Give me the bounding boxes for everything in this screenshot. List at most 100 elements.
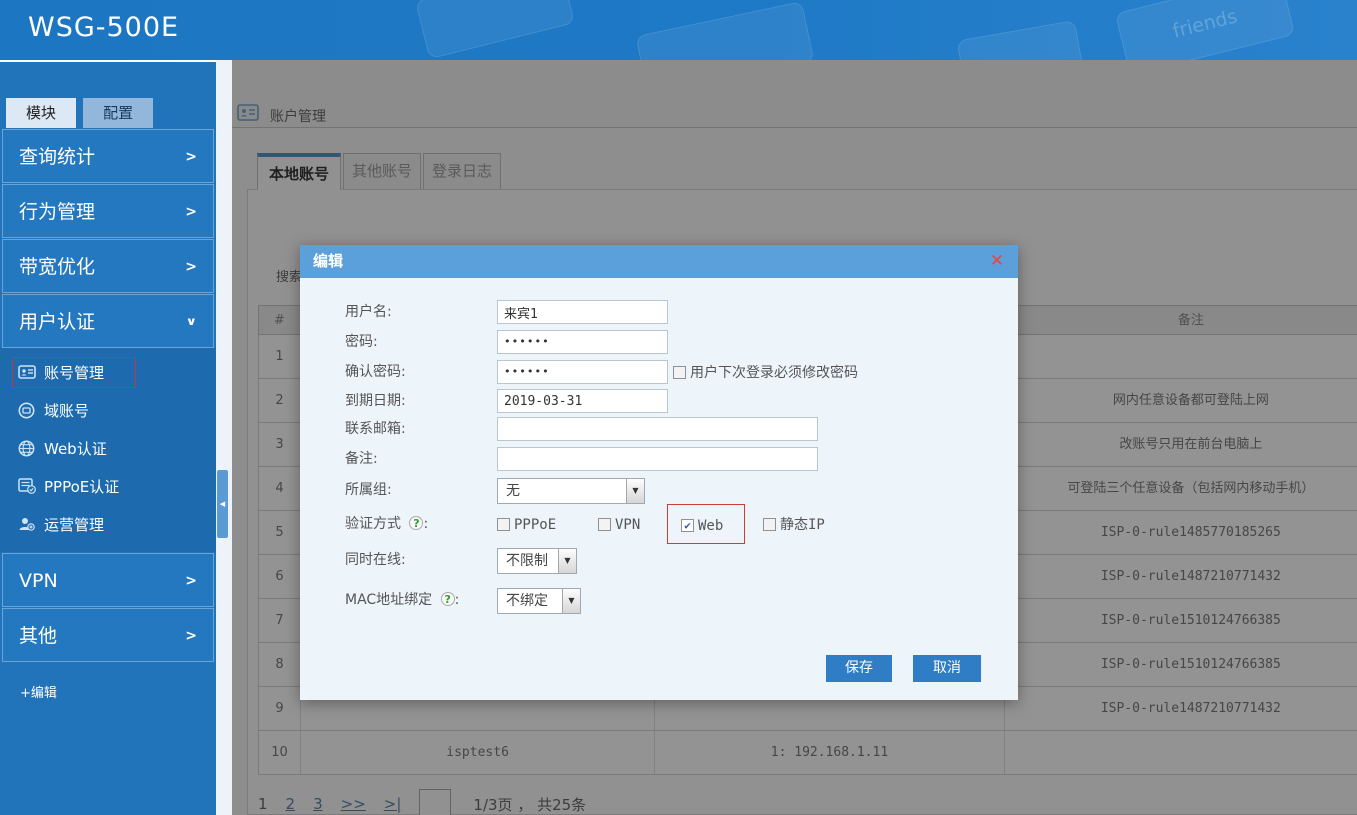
- edit-menu-link[interactable]: +编辑: [20, 682, 216, 701]
- dropdown-arrow-icon[interactable]: ▼: [562, 589, 580, 613]
- sidebar-item-label: 行为管理: [19, 201, 95, 223]
- chevron-right-icon: >: [185, 185, 197, 239]
- sidebar-item-operation-mgmt[interactable]: 运营管理: [0, 506, 216, 544]
- dialog-title: 编辑: [313, 245, 343, 278]
- mac-binding-label-text: MAC地址绑定: [345, 592, 432, 608]
- sidebar-item-label: 查询统计: [19, 146, 95, 168]
- vpn-label: VPN: [615, 517, 640, 533]
- password-field[interactable]: [497, 330, 668, 354]
- dialog-body: 用户名: 密码: 确认密码: 用户下次登录必须修改密码 到期日期: 联系邮箱: …: [300, 278, 1018, 700]
- static-ip-label: 静态IP: [780, 517, 825, 533]
- help-icon[interactable]: ?: [409, 516, 423, 530]
- remark-label: 备注:: [345, 447, 495, 471]
- mac-binding-label: MAC地址绑定 ?:: [345, 588, 495, 612]
- sidebar-item-label: Web认证: [44, 440, 107, 458]
- static-ip-checkbox[interactable]: [763, 518, 776, 531]
- expire-date-field[interactable]: [497, 389, 668, 413]
- sidebar: 模块 配置 查询统计 > 行为管理 > 带宽优化 > 用户认证 ∨: [0, 60, 216, 815]
- expire-date-label: 到期日期:: [345, 389, 495, 413]
- dialog-header: 编辑 ✕: [300, 245, 1018, 278]
- chevron-right-icon: >: [185, 130, 197, 184]
- username-field[interactable]: [497, 300, 668, 324]
- keyboard-key-friends: friends: [1115, 0, 1295, 60]
- sidebar-submenu: 账号管理 域账号 Web认证 PPPoE认证 运营管理: [0, 348, 216, 552]
- mac-colon: :: [455, 592, 460, 608]
- keyboard-decoration: [635, 1, 814, 60]
- sidebar-item-label: 其他: [19, 625, 57, 647]
- sidebar-item-label: 带宽优化: [19, 256, 95, 278]
- chevron-right-icon: >: [185, 240, 197, 294]
- collapse-arrow-icon: ◀: [220, 500, 225, 508]
- sidebar-menu: 查询统计 > 行为管理 > 带宽优化 > 用户认证 ∨ 账号管理: [0, 129, 216, 662]
- auth-option-pppoe: PPPoE: [497, 512, 556, 536]
- chevron-right-icon: >: [185, 609, 197, 663]
- auth-option-static-ip: 静态IP: [763, 512, 825, 536]
- mac-binding-select-value: 不绑定: [506, 589, 548, 613]
- email-label: 联系邮箱:: [345, 417, 495, 441]
- group-select[interactable]: 无 ▼: [497, 478, 645, 504]
- sidebar-item-label: 域账号: [44, 402, 89, 420]
- force-change-checkbox[interactable]: [673, 366, 686, 379]
- chevron-right-icon: >: [185, 554, 197, 608]
- help-icon[interactable]: ?: [441, 592, 455, 606]
- sidebar-item-label: 账号管理: [44, 364, 104, 382]
- sidebar-item-label: VPN: [19, 570, 58, 592]
- top-banner: friends WSG-500E: [0, 0, 1357, 60]
- auth-colon: :: [423, 516, 428, 532]
- dropdown-arrow-icon[interactable]: ▼: [558, 549, 576, 573]
- edit-dialog: 编辑 ✕ 用户名: 密码: 确认密码: 用户下次登录必须修改密码 到期日期: 联…: [300, 245, 1018, 700]
- force-change-label: 用户下次登录必须修改密码: [690, 365, 858, 381]
- globe-icon: [18, 440, 35, 457]
- group-select-value: 无: [506, 479, 520, 503]
- sidebar-item-label: 运营管理: [44, 516, 104, 534]
- operator-icon: [18, 516, 35, 533]
- doc-check-icon: [18, 478, 36, 494]
- web-label: Web: [698, 518, 723, 534]
- keyboard-decoration: [957, 20, 1084, 60]
- cancel-button[interactable]: 取消: [913, 655, 981, 682]
- close-icon[interactable]: ✕: [990, 251, 1004, 271]
- save-button[interactable]: 保存: [826, 655, 892, 682]
- dropdown-arrow-icon[interactable]: ▼: [626, 479, 644, 503]
- sidebar-collapse-handle[interactable]: ◀: [217, 470, 228, 538]
- sidebar-item-account-mgmt[interactable]: 账号管理: [0, 354, 216, 392]
- sidebar-item-label: 用户认证: [19, 311, 95, 333]
- group-label: 所属组:: [345, 478, 495, 502]
- sidebar-item-web-auth[interactable]: Web认证: [0, 430, 216, 468]
- concurrent-label: 同时在线:: [345, 548, 495, 572]
- username-label: 用户名:: [345, 300, 495, 324]
- tab-config[interactable]: 配置: [83, 98, 153, 128]
- sidebar-item-query-stats[interactable]: 查询统计 >: [2, 129, 214, 183]
- auth-method-label: 验证方式 ?:: [345, 512, 495, 536]
- sidebar-item-pppoe-auth[interactable]: PPPoE认证: [0, 468, 216, 506]
- email-field[interactable]: [497, 417, 818, 441]
- web-highlight-box: ✔ Web: [667, 504, 745, 544]
- sidebar-item-domain-account[interactable]: 域账号: [0, 392, 216, 430]
- mac-binding-select[interactable]: 不绑定 ▼: [497, 588, 581, 614]
- sidebar-tabs: 模块 配置: [6, 98, 216, 128]
- auth-option-web: ✔ Web: [681, 513, 723, 538]
- sidebar-item-other[interactable]: 其他 >: [2, 608, 214, 662]
- sidebar-gap: [216, 60, 232, 815]
- pppoe-checkbox[interactable]: [497, 518, 510, 531]
- concurrent-select[interactable]: 不限制 ▼: [497, 548, 577, 574]
- id-card-icon: [18, 364, 36, 380]
- sidebar-item-vpn[interactable]: VPN >: [2, 553, 214, 607]
- sidebar-item-behavior-mgmt[interactable]: 行为管理 >: [2, 184, 214, 238]
- confirm-password-field[interactable]: [497, 360, 668, 384]
- web-checkbox[interactable]: ✔: [681, 519, 694, 532]
- sidebar-item-user-auth[interactable]: 用户认证 ∨: [2, 294, 214, 348]
- keyboard-decoration: [415, 0, 575, 59]
- tab-modules[interactable]: 模块: [6, 98, 76, 128]
- pppoe-label: PPPoE: [514, 517, 556, 533]
- concurrent-select-value: 不限制: [506, 549, 548, 573]
- confirm-password-label: 确认密码:: [345, 360, 495, 384]
- auth-method-label-text: 验证方式: [345, 516, 401, 532]
- domain-account-icon: [18, 402, 35, 419]
- keyboard-key-label: friends: [1171, 5, 1240, 42]
- sidebar-item-bandwidth[interactable]: 带宽优化 >: [2, 239, 214, 293]
- chevron-down-icon: ∨: [186, 300, 197, 343]
- vpn-checkbox[interactable]: [598, 518, 611, 531]
- password-label: 密码:: [345, 330, 495, 354]
- remark-field[interactable]: [497, 447, 818, 471]
